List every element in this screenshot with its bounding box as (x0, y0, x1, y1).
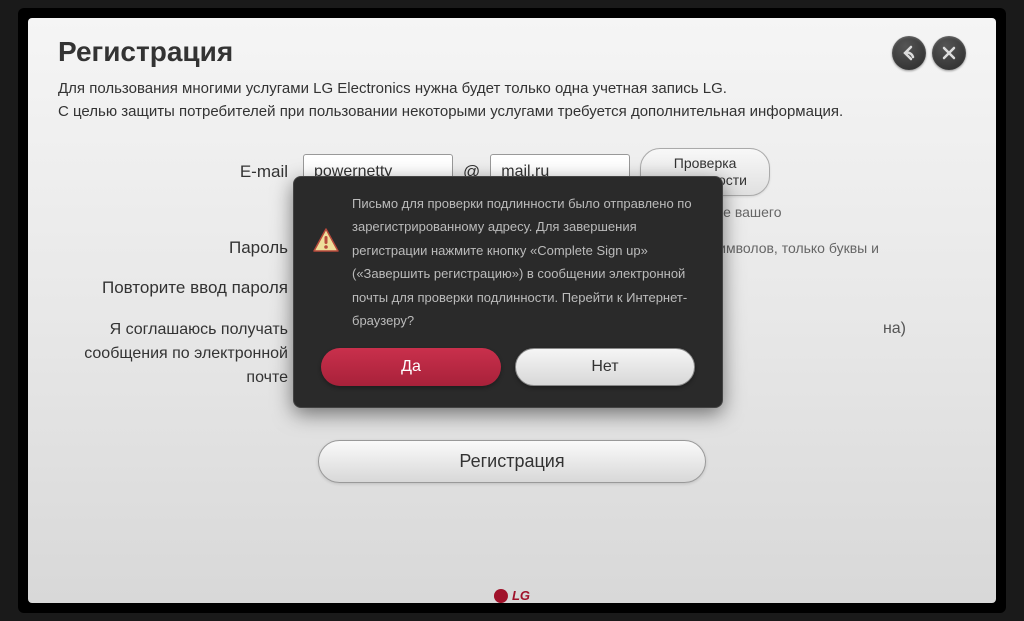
screen-content: Регистрация Для пользования многими услу… (28, 18, 996, 603)
page-title: Регистрация (58, 36, 233, 68)
description-line-2: С целью защиты потребителей при пользова… (58, 101, 966, 124)
dialog-message: Письмо для проверки подлинности было отп… (352, 192, 704, 332)
confirm-password-label: Повторите ввод пароля (58, 278, 303, 298)
no-button[interactable]: Нет (515, 348, 695, 386)
yes-button[interactable]: Да (321, 348, 501, 386)
warning-icon (312, 227, 340, 255)
close-icon (941, 45, 957, 61)
dialog-buttons: Да Нет (312, 348, 704, 392)
consent-label: Я соглашаюсь получать сообщения по элект… (58, 318, 303, 390)
lg-logo-text: LG (512, 588, 530, 603)
tv-bezel: Регистрация Для пользования многими услу… (18, 8, 1006, 613)
close-button[interactable] (932, 36, 966, 70)
lg-logo-icon (494, 589, 508, 603)
description: Для пользования многими услугами LG Elec… (58, 78, 966, 123)
back-arrow-icon (899, 43, 919, 63)
description-line-1: Для пользования многими услугами LG Elec… (58, 78, 966, 101)
lg-logo: LG (494, 588, 530, 603)
header: Регистрация (58, 36, 966, 78)
register-row: Регистрация (58, 440, 966, 483)
consent-trail: на) (883, 318, 906, 390)
password-label: Пароль (58, 238, 303, 258)
email-label: E-mail (58, 162, 303, 182)
header-actions (892, 36, 966, 70)
back-button[interactable] (892, 36, 926, 70)
register-button[interactable]: Регистрация (318, 440, 705, 483)
dialog-body: Письмо для проверки подлинности было отп… (312, 192, 704, 332)
verification-dialog: Письмо для проверки подлинности было отп… (293, 176, 723, 408)
